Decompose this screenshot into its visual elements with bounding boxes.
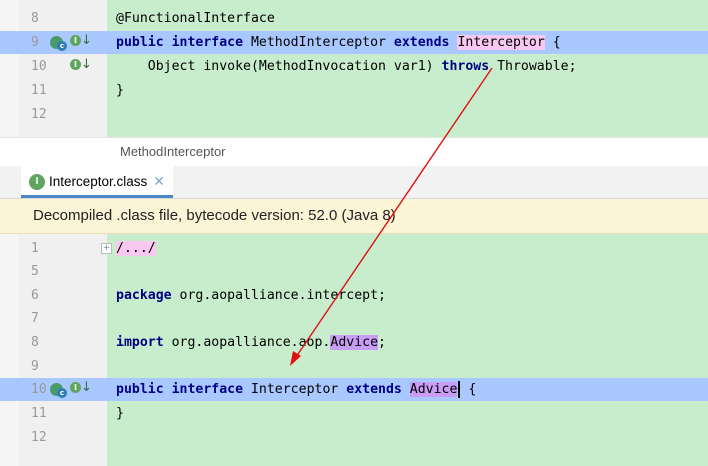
line-number: 1 xyxy=(31,241,39,256)
banner-text: Decompiled .class file, bytecode version… xyxy=(33,207,396,224)
code-text: import org.aopalliance.aop.Advice; xyxy=(116,331,386,354)
line-number: 12 xyxy=(31,107,47,122)
editor-tab-bar: I Interceptor.class ✕ xyxy=(0,166,708,199)
highlighted-type-reference[interactable]: Advice xyxy=(330,335,379,350)
decompiled-notice-banner: Decompiled .class file, bytecode version… xyxy=(0,199,708,234)
code-text: public interface MethodInterceptor exten… xyxy=(116,31,561,54)
line-number: 11 xyxy=(31,406,47,421)
code-tail: { xyxy=(544,35,561,50)
tab-label: Interceptor.class xyxy=(49,174,148,189)
keyword: public interface xyxy=(116,35,244,50)
close-icon[interactable]: ✕ xyxy=(153,173,165,189)
code-line[interactable]: 7 xyxy=(0,307,708,330)
navigate-down-arrow-icon[interactable]: ↓ xyxy=(81,380,92,395)
interface-file-icon: I xyxy=(29,174,45,191)
code-text: package org.aopalliance.intercept; xyxy=(116,284,386,307)
code-line[interactable]: 6 package org.aopalliance.intercept; xyxy=(0,284,708,307)
code-line[interactable]: 8 import org.aopalliance.aop.Advice; xyxy=(0,331,708,354)
code-line[interactable]: 9 xyxy=(0,355,708,378)
keyword: public interface xyxy=(116,382,244,397)
code-line[interactable]: 12 xyxy=(0,426,708,449)
line-number: 5 xyxy=(31,264,39,279)
keyword: throws xyxy=(441,59,490,74)
highlighted-type-reference[interactable]: Advice xyxy=(409,382,458,397)
folded-region[interactable]: /.../ xyxy=(116,241,156,256)
code-pre: org.aopalliance.aop. xyxy=(163,335,331,350)
code-tail: org.aopalliance.intercept; xyxy=(171,288,386,303)
code-text: /.../ xyxy=(116,237,156,260)
line-number: 12 xyxy=(31,430,47,445)
code-pre: Object invoke(MethodInvocation var1) xyxy=(116,59,442,74)
code-line-highlighted[interactable]: 9 c I ↓ public interface MethodIntercept… xyxy=(0,31,708,54)
code-line[interactable]: 8 @FunctionalInterface xyxy=(0,7,708,30)
code-tail: ; xyxy=(378,335,386,350)
code-text: } xyxy=(116,83,124,98)
code-line[interactable]: 11 } xyxy=(0,402,708,425)
line-number: 11 xyxy=(31,83,47,98)
breadcrumb[interactable]: MethodInterceptor xyxy=(0,137,708,166)
tab-interceptor-class[interactable]: I Interceptor.class ✕ xyxy=(21,166,174,198)
interface-icon[interactable]: I xyxy=(70,382,81,393)
line-number: 8 xyxy=(31,11,39,26)
code-line[interactable]: 5 xyxy=(0,260,708,283)
keyword: import xyxy=(116,335,164,350)
code-line-highlighted[interactable]: 10 c I ↓ public interface Interceptor ex… xyxy=(0,378,708,401)
interface-method-icon[interactable]: I xyxy=(70,59,81,70)
navigate-down-arrow-icon[interactable]: ↓ xyxy=(81,57,92,72)
class-badge-icon: c xyxy=(57,41,67,51)
line-number: 6 xyxy=(31,288,39,303)
type-name: Interceptor xyxy=(243,382,347,397)
breadcrumb-item[interactable]: MethodInterceptor xyxy=(120,144,226,159)
top-editor[interactable]: 8 @FunctionalInterface 9 c I ↓ public in… xyxy=(0,0,708,137)
code-line[interactable]: 10 I ↓ Object invoke(MethodInvocation va… xyxy=(0,55,708,78)
annotation-text: @FunctionalInterface xyxy=(116,11,275,26)
line-number: 10 xyxy=(31,59,47,74)
fold-expand-icon[interactable]: + xyxy=(101,243,112,254)
type-name: MethodInterceptor xyxy=(243,35,394,50)
bottom-editor[interactable]: 1 + /.../ 5 6 package org.aopalliance.in… xyxy=(0,234,708,466)
interface-icon[interactable]: I xyxy=(70,35,81,46)
code-line[interactable]: 11 } xyxy=(0,79,708,102)
keyword: extends xyxy=(393,35,450,50)
highlighted-type-reference[interactable]: Interceptor xyxy=(457,35,545,50)
code-text: Object invoke(MethodInvocation var1) thr… xyxy=(116,55,577,78)
code-line[interactable]: 12 xyxy=(0,103,708,126)
code-line[interactable]: 1 + /.../ xyxy=(0,237,708,260)
line-number: 9 xyxy=(31,359,39,374)
code-tail: Throwable; xyxy=(489,59,577,74)
keyword: extends xyxy=(346,382,402,397)
line-number: 7 xyxy=(31,311,39,326)
code-tail: { xyxy=(460,382,477,397)
keyword: package xyxy=(116,288,172,303)
navigate-down-arrow-icon[interactable]: ↓ xyxy=(81,33,92,48)
code-text: public interface Interceptor extends Adv… xyxy=(116,378,476,401)
code-text: } xyxy=(116,406,124,421)
line-number: 8 xyxy=(31,335,39,350)
class-badge-icon: c xyxy=(57,388,67,398)
